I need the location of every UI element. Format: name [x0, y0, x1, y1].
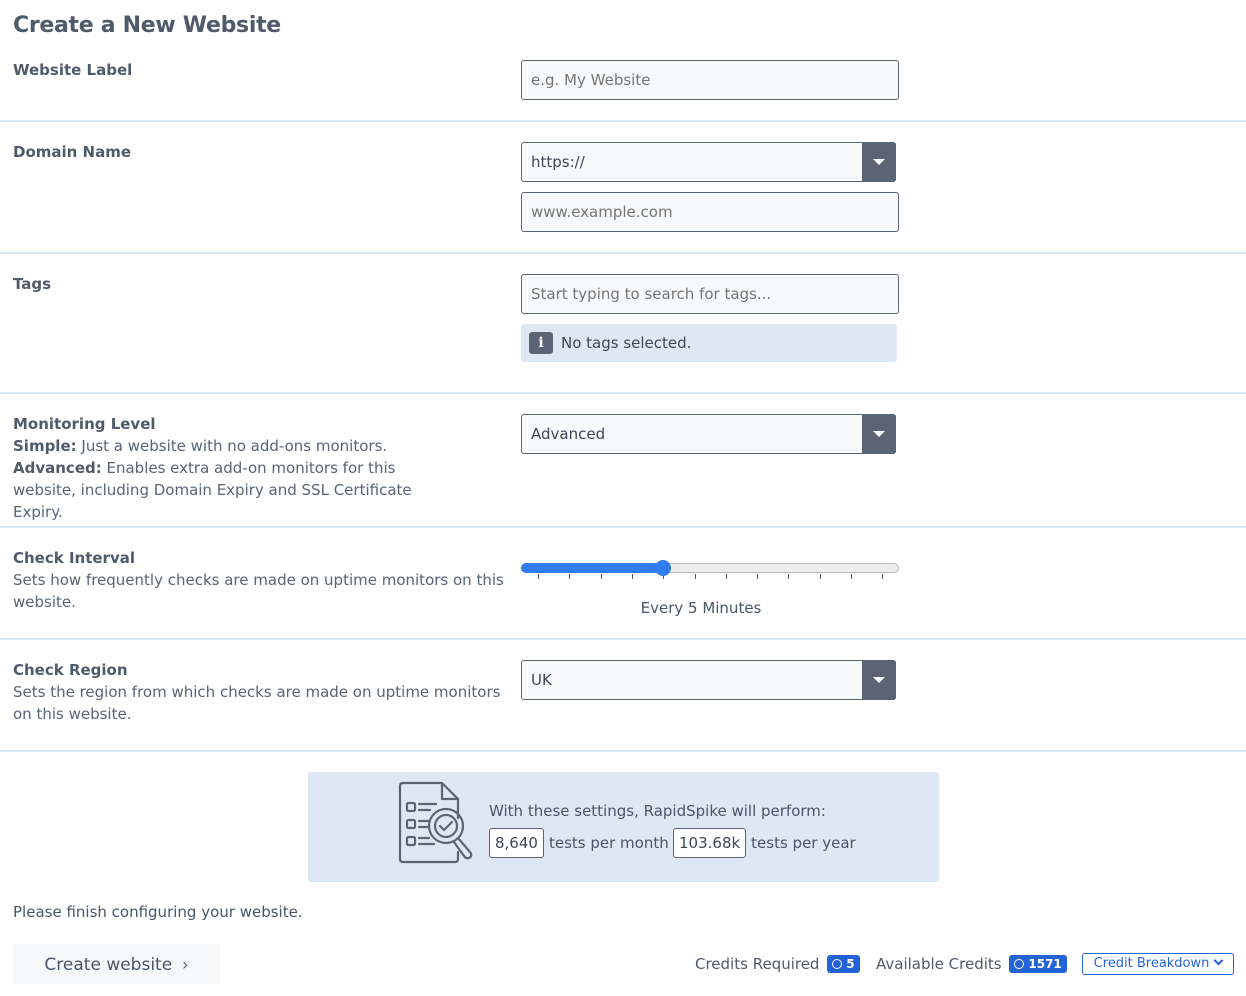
slider-tick: [631, 574, 633, 579]
check-region-description: Sets the region from which checks are ma…: [13, 683, 501, 723]
check-interval-label: Check Interval: [13, 549, 135, 567]
credits-required: Credits Required 5: [695, 954, 860, 974]
slider-tick: [757, 574, 759, 579]
website-label-label: Website Label: [13, 61, 133, 79]
domain-name-label: Domain Name: [13, 143, 132, 161]
create-website-label: Create website: [44, 955, 173, 975]
slider-tick: [600, 574, 602, 579]
check-region-value: UK: [531, 671, 552, 689]
tests-per-month-label: tests per month: [548, 834, 669, 852]
document-search-check-icon: [398, 781, 473, 864]
slider-tick: [725, 574, 727, 579]
chevron-down-icon: [1213, 955, 1224, 966]
status-message: Please finish configuring your website.: [13, 903, 303, 921]
available-credits-label: Available Credits: [876, 955, 1002, 973]
tests-summary-panel: With these settings, RapidSpike will per…: [308, 772, 939, 882]
no-tags-notice: i No tags selected.: [521, 324, 897, 362]
protocol-select[interactable]: https://: [521, 142, 896, 182]
slider-tick: [882, 574, 884, 579]
check-region-label: Check Region: [13, 661, 128, 679]
monitoring-level-select[interactable]: Advanced: [521, 414, 896, 454]
monitoring-level-label: Monitoring Level: [13, 415, 156, 433]
website-label-input[interactable]: [521, 60, 899, 100]
create-website-button[interactable]: Create website ›: [13, 944, 220, 984]
monitoring-level-value: Advanced: [531, 425, 606, 443]
caret-down-icon[interactable]: [862, 414, 896, 454]
available-credits-badge: 1571: [1009, 955, 1067, 973]
check-interval-description: Sets how frequently checks are made on u…: [13, 571, 504, 611]
advanced-term: Advanced:: [13, 459, 102, 477]
check-interval-value: Every 5 Minutes: [640, 599, 762, 617]
simple-desc: Just a website with no add-ons monitors.: [76, 437, 388, 455]
slider-tick: [694, 574, 696, 579]
tags-label: Tags: [13, 275, 52, 293]
credits-required-value: 5: [846, 957, 855, 971]
tests-per-month-value: 8,640: [489, 828, 544, 858]
tests-per-year: 103.68k tests per year: [673, 828, 856, 858]
credits-required-label: Credits Required: [695, 955, 820, 973]
slider-tick: [569, 574, 571, 579]
protocol-select-value: https://: [531, 153, 585, 171]
no-tags-text: No tags selected.: [561, 334, 692, 352]
credit-coin-icon: [1014, 959, 1025, 969]
caret-down-icon[interactable]: [862, 660, 896, 700]
available-credits-value: 1571: [1028, 957, 1062, 971]
info-icon: i: [529, 332, 553, 354]
tags-search-input[interactable]: [521, 274, 899, 314]
slider-tick: [538, 574, 539, 579]
slider-tick: [851, 574, 852, 579]
chevron-right-icon: ›: [182, 955, 189, 974]
slider-thumb[interactable]: [655, 560, 672, 576]
domain-input[interactable]: [521, 192, 899, 232]
credit-breakdown-button[interactable]: Credit Breakdown: [1082, 953, 1234, 975]
credit-coin-icon: [832, 959, 843, 969]
credits-required-badge: 5: [827, 955, 860, 973]
slider-tick: [788, 574, 790, 579]
monitoring-level-description: Simple: Just a website with no add-ons m…: [13, 435, 453, 523]
available-credits: Available Credits 1571: [876, 954, 1067, 974]
tests-per-year-label: tests per year: [751, 834, 856, 852]
caret-down-icon[interactable]: [862, 142, 896, 182]
tests-per-year-value: 103.68k: [673, 828, 747, 858]
simple-term: Simple:: [13, 437, 77, 455]
slider-tick: [819, 574, 821, 579]
check-interval-slider[interactable]: [521, 560, 899, 590]
summary-lead: With these settings, RapidSpike will per…: [489, 802, 826, 820]
tests-per-month: 8,640 tests per month: [489, 828, 669, 858]
credit-breakdown-label: Credit Breakdown: [1093, 956, 1210, 971]
slider-fill: [521, 563, 664, 573]
check-region-select[interactable]: UK: [521, 660, 896, 700]
